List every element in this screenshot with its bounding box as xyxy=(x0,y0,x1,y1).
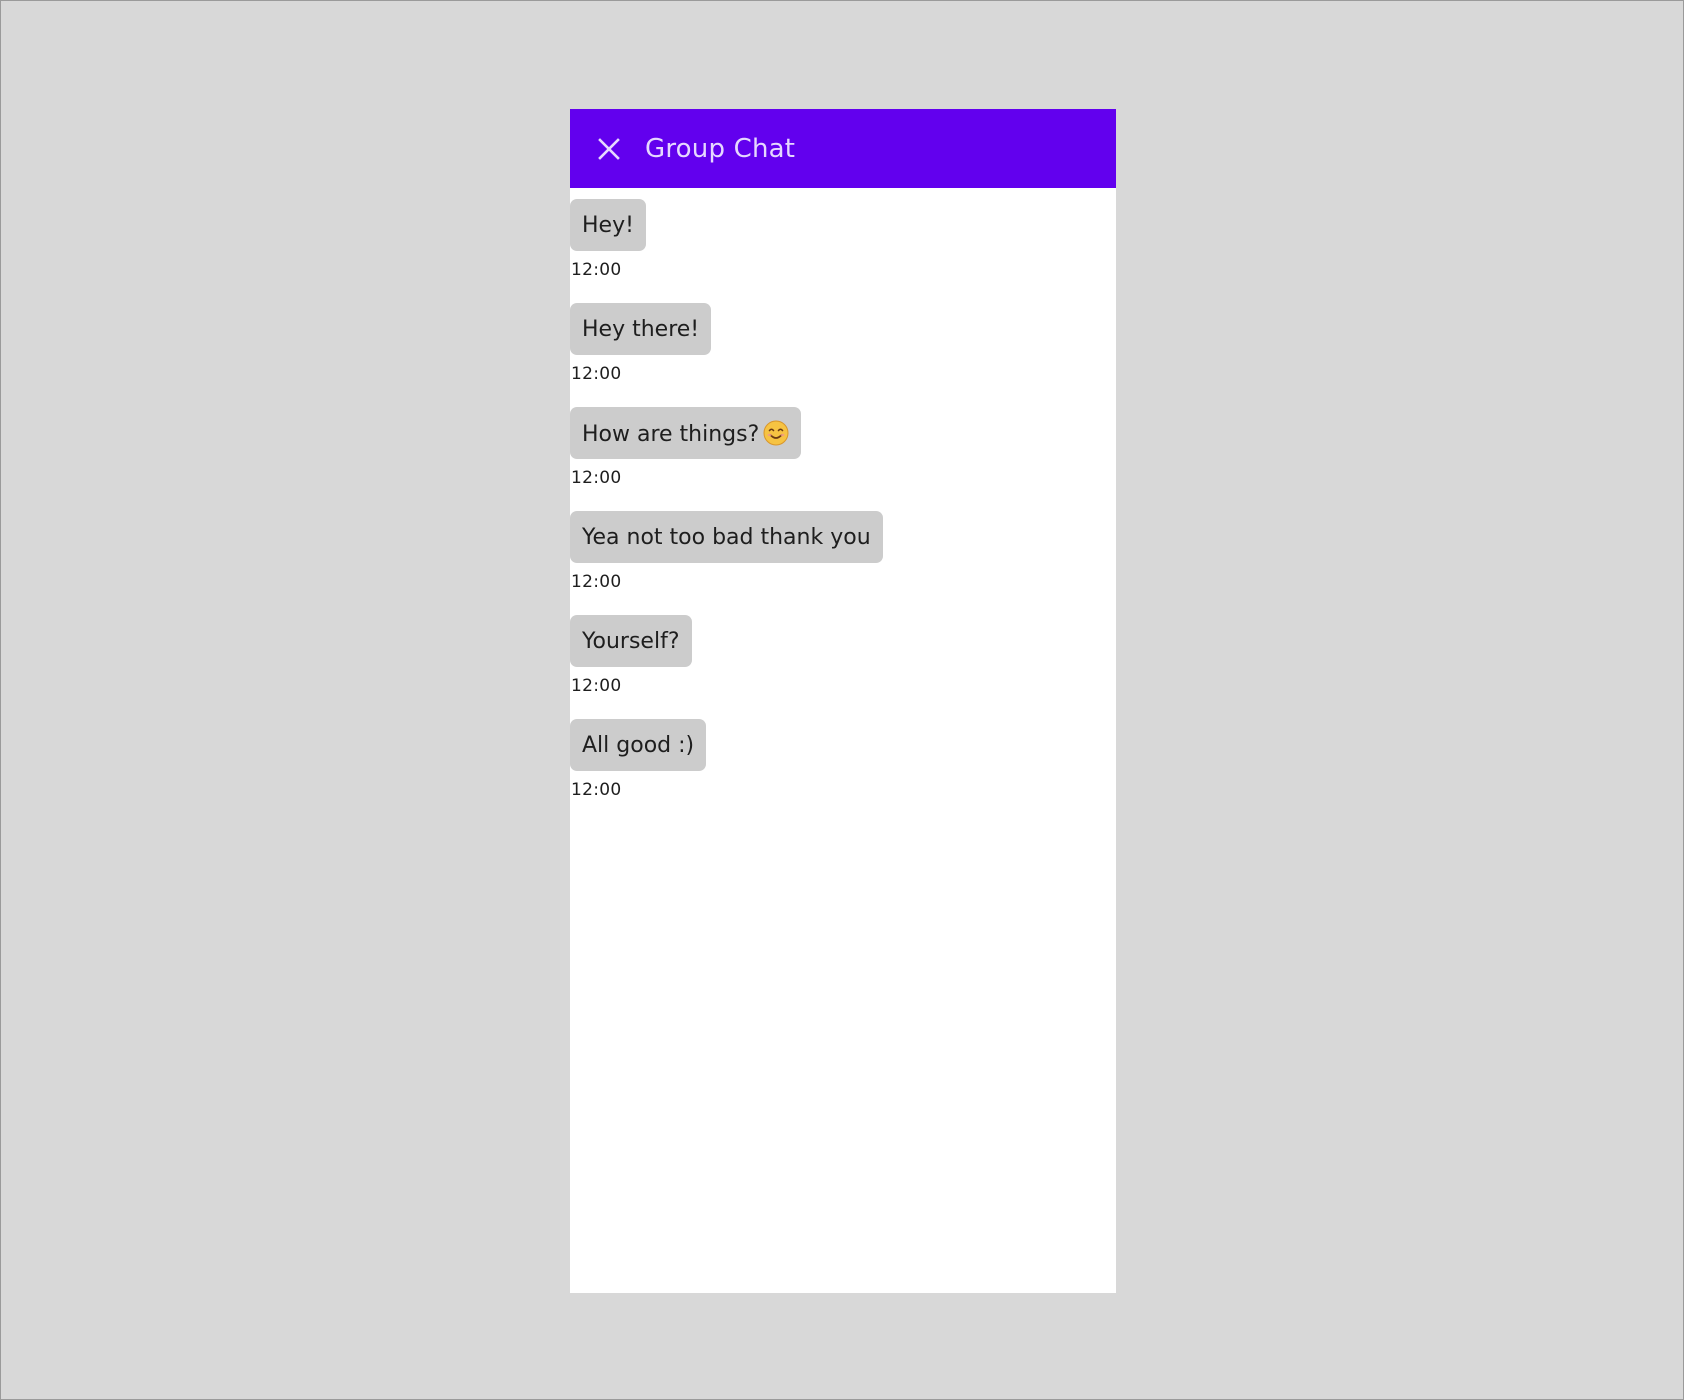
close-icon xyxy=(598,137,620,160)
message-item: All good :) 12:00 xyxy=(570,719,1116,800)
app-bar: Group Chat xyxy=(570,109,1116,188)
message-text: How are things? xyxy=(582,422,760,447)
message-bubble[interactable]: All good :) xyxy=(570,719,707,771)
message-list[interactable]: Hey! 12:00 Hey there! 12:00 How are thin… xyxy=(570,188,1116,800)
message-bubble[interactable]: Yea not too bad thank you xyxy=(570,511,883,563)
message-bubble[interactable]: How are things? xyxy=(570,407,802,459)
message-bubble[interactable]: Yourself? xyxy=(570,615,692,667)
message-item: Yea not too bad thank you 12:00 xyxy=(570,511,1116,592)
message-time: 12:00 xyxy=(571,780,622,800)
message-item: Yourself? 12:00 xyxy=(570,615,1116,696)
message-text: Hey! xyxy=(582,213,634,238)
chat-screen: Group Chat Hey! 12:00 Hey there! 12:00 H… xyxy=(570,109,1116,1293)
message-time: 12:00 xyxy=(571,468,622,488)
message-time: 12:00 xyxy=(571,364,622,384)
message-text: Yea not too bad thank you xyxy=(582,525,871,550)
message-item: Hey there! 12:00 xyxy=(570,303,1116,384)
message-time: 12:00 xyxy=(571,572,622,592)
close-button[interactable] xyxy=(598,137,620,160)
smiling-face-emoji-icon xyxy=(763,420,789,446)
message-text: Yourself? xyxy=(582,629,680,654)
message-bubble[interactable]: Hey there! xyxy=(570,303,712,355)
message-text: Hey there! xyxy=(582,317,700,342)
message-text: All good :) xyxy=(582,733,695,758)
message-time: 12:00 xyxy=(571,676,622,696)
message-time: 12:00 xyxy=(571,260,622,280)
message-item: Hey! 12:00 xyxy=(570,199,1116,280)
message-bubble[interactable]: Hey! xyxy=(570,199,646,251)
message-item: How are things? 12:00 xyxy=(570,407,1116,488)
page-title: Group Chat xyxy=(645,133,796,164)
